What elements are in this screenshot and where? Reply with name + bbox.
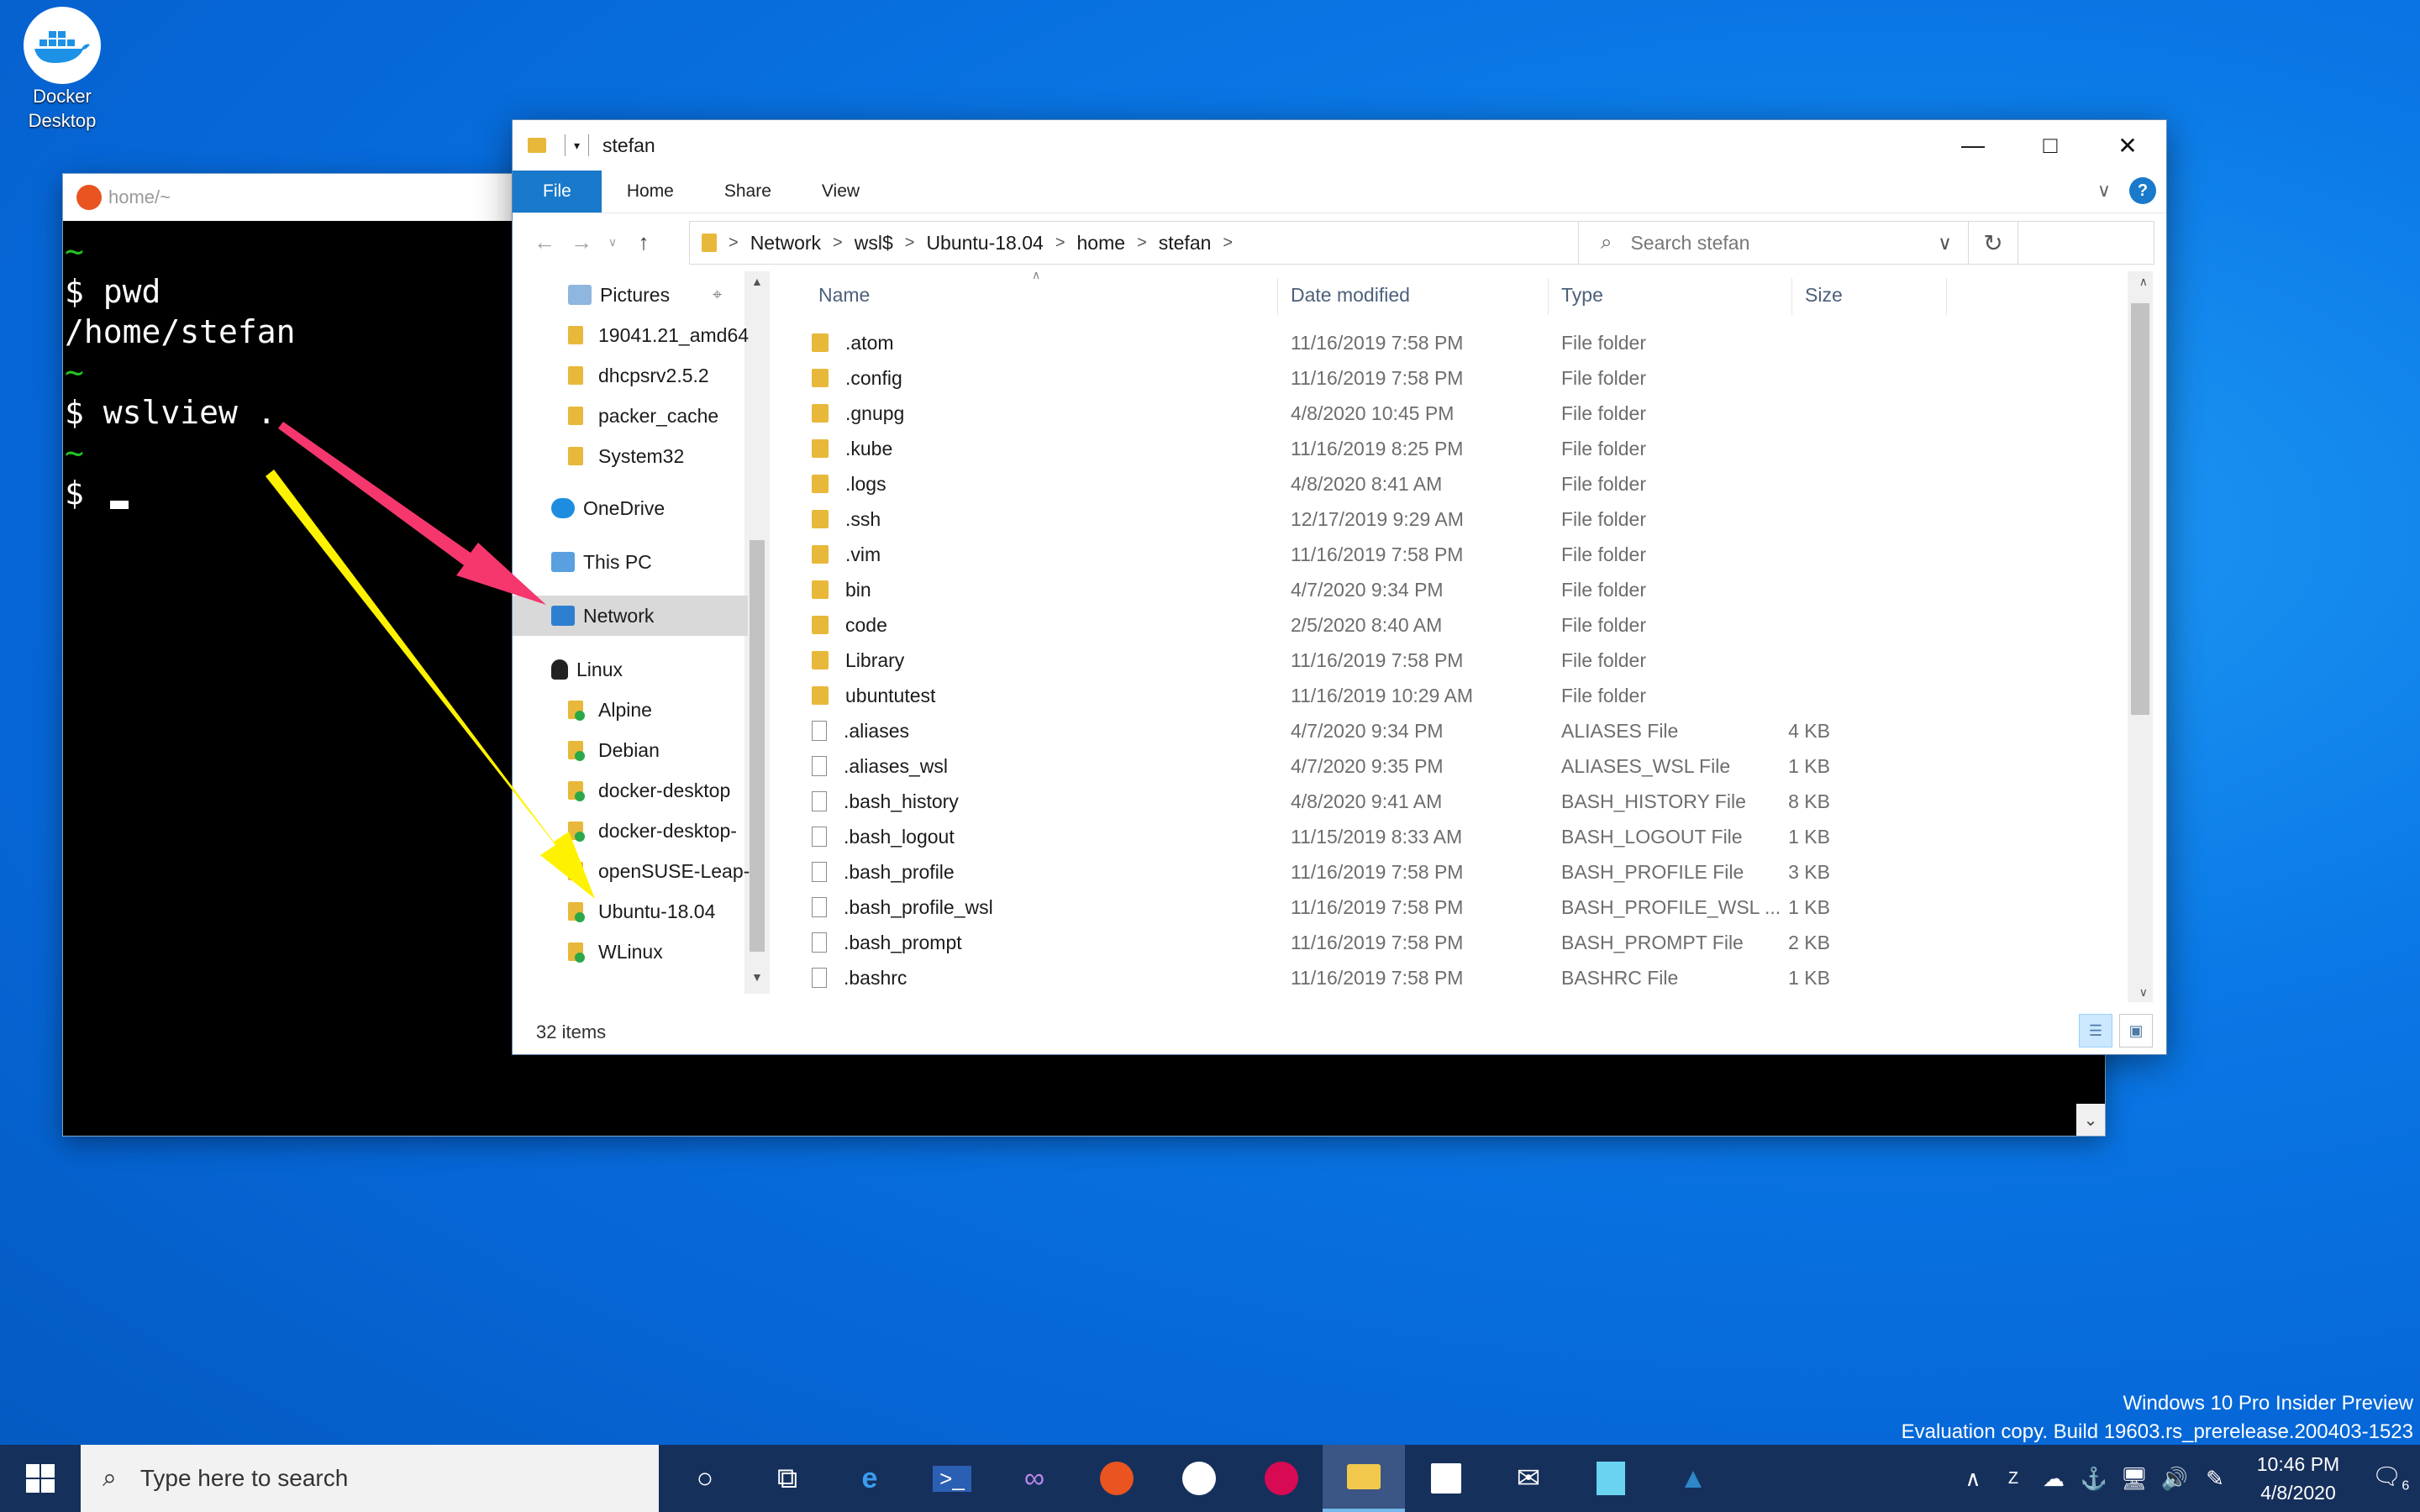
zz-tray-icon[interactable]: Z bbox=[1993, 1469, 2033, 1488]
volume-icon[interactable]: 🔊 bbox=[2154, 1466, 2195, 1492]
azure-data-studio-icon[interactable] bbox=[1570, 1445, 1652, 1512]
pink-arrow bbox=[278, 422, 546, 605]
notification-count: 6 bbox=[2402, 1478, 2410, 1494]
app-icon[interactable]: ▲ bbox=[1652, 1445, 1734, 1512]
notification-center-icon[interactable]: 🗨6 bbox=[2361, 1462, 2420, 1494]
start-button[interactable] bbox=[0, 1445, 81, 1512]
clock-time: 10:46 PM bbox=[2256, 1453, 2340, 1475]
pen-icon[interactable]: ✎ bbox=[2195, 1466, 2235, 1492]
windows-logo-icon bbox=[26, 1464, 55, 1493]
cortana-icon[interactable]: ○ bbox=[664, 1445, 746, 1512]
taskbar-search-input[interactable]: Type here to search bbox=[140, 1465, 348, 1492]
store-icon[interactable] bbox=[1405, 1445, 1487, 1512]
watermark-line2: Evaluation copy. Build 19603.rs_prerelea… bbox=[1901, 1420, 2413, 1443]
mail-icon[interactable]: ✉ bbox=[1487, 1445, 1570, 1512]
clock[interactable]: 10:46 PM 4/8/2020 bbox=[2244, 1450, 2353, 1507]
show-hidden-icons-icon[interactable]: ∧ bbox=[1953, 1466, 1993, 1492]
debian-icon[interactable] bbox=[1240, 1445, 1323, 1512]
search-icon: ⌕ bbox=[103, 1464, 117, 1492]
task-view-icon[interactable]: ⧉ bbox=[746, 1445, 829, 1512]
onedrive-tray-icon[interactable]: ☁ bbox=[2033, 1466, 2074, 1492]
system-tray: ∧ Z ☁ ⚓ 🖥 🔊 ✎ 10:46 PM 4/8/2020 🗨6 bbox=[1953, 1445, 2420, 1512]
watermark-line1: Windows 10 Pro Insider Preview bbox=[2123, 1392, 2413, 1415]
clock-date: 4/8/2020 bbox=[2260, 1482, 2336, 1504]
annotation-arrows bbox=[266, 422, 595, 899]
taskbar-search-box[interactable]: ⌕ Type here to search bbox=[81, 1445, 659, 1512]
taskbar: ⌕ Type here to search ○ ⧉ e >_ ∞ ✉ ▲ ∧ Z… bbox=[0, 1445, 2420, 1512]
powershell-icon[interactable]: >_ bbox=[911, 1445, 993, 1512]
visual-studio-icon[interactable]: ∞ bbox=[993, 1445, 1076, 1512]
network-tray-icon[interactable]: 🖥 bbox=[2114, 1466, 2154, 1492]
ubuntu-taskbar-icon[interactable] bbox=[1076, 1445, 1158, 1512]
windows-watermark: Windows 10 Pro Insider Preview Evaluatio… bbox=[1902, 1389, 2413, 1446]
file-explorer-taskbar-icon[interactable] bbox=[1323, 1445, 1405, 1512]
opensuse-icon[interactable] bbox=[1158, 1445, 1240, 1512]
edge-icon[interactable]: e bbox=[829, 1445, 911, 1512]
docker-tray-icon[interactable]: ⚓ bbox=[2074, 1466, 2114, 1492]
